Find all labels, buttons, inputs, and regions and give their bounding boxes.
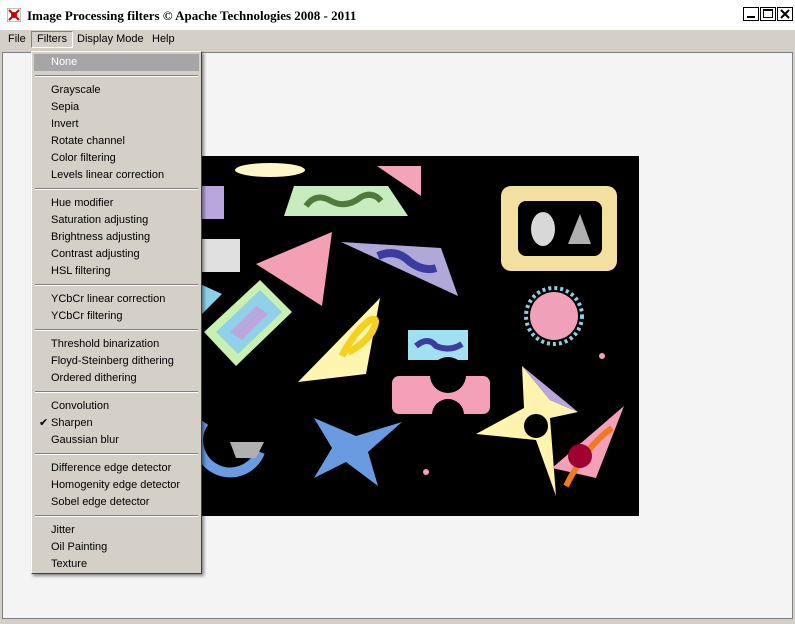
menu-item-gaussian-blur[interactable]: Gaussian blur: [34, 432, 199, 449]
menu-item-none[interactable]: None: [34, 54, 199, 71]
menu-item-ordered-dithering[interactable]: Ordered dithering: [34, 370, 199, 387]
menu-item-sobel-edge-detector[interactable]: Sobel edge detector: [34, 494, 199, 511]
menu-item-homogenity-edge-detector[interactable]: Homogenity edge detector: [34, 477, 199, 494]
menu-item-contrast-adjusting[interactable]: Contrast adjusting: [34, 246, 199, 263]
window-title: Image Processing filters © Apache Techno…: [27, 8, 357, 23]
menu-separator: [35, 515, 198, 517]
menu-separator: [35, 75, 198, 77]
menu-item-color-filtering[interactable]: Color filtering: [34, 150, 199, 167]
minimize-icon: [747, 16, 755, 18]
menu-item-floyd-steinberg-dithering[interactable]: Floyd-Steinberg dithering: [34, 353, 199, 370]
menu-filters[interactable]: Filters: [31, 31, 73, 48]
menu-item-levels-linear-correction[interactable]: Levels linear correction: [34, 167, 199, 184]
app-logo-icon: [7, 8, 21, 22]
menu-item-invert[interactable]: Invert: [34, 116, 199, 133]
menu-item-oil-painting[interactable]: Oil Painting: [34, 539, 199, 556]
menu-bar: File Filters Display Mode Help: [0, 30, 795, 49]
menu-item-grayscale[interactable]: Grayscale: [34, 82, 199, 99]
menu-help[interactable]: Help: [147, 31, 180, 48]
menu-item-brightness-adjusting[interactable]: Brightness adjusting: [34, 229, 199, 246]
menu-separator: [35, 188, 198, 190]
menu-file[interactable]: File: [3, 31, 31, 48]
filters-dropdown-menu: None Grayscale Sepia Invert Rotate chann…: [31, 51, 202, 574]
menu-item-rotate-channel[interactable]: Rotate channel: [34, 133, 199, 150]
menu-separator: [35, 329, 198, 331]
menu-separator: [35, 284, 198, 286]
shapes-image-graphic: [166, 156, 639, 516]
menu-item-sharpen[interactable]: ✔ Sharpen: [34, 415, 199, 432]
close-icon: [780, 9, 790, 19]
menu-separator: [35, 453, 198, 455]
menu-separator: [35, 391, 198, 393]
minimize-button[interactable]: [743, 7, 759, 21]
close-button[interactable]: [777, 7, 793, 21]
processed-image: [166, 156, 639, 516]
title-bar: Image Processing filters © Apache Techno…: [0, 0, 795, 30]
menu-item-ycbcr-filtering[interactable]: YCbCr filtering: [34, 308, 199, 325]
menu-item-hue-modifier[interactable]: Hue modifier: [34, 195, 199, 212]
menu-item-sepia[interactable]: Sepia: [34, 99, 199, 116]
menu-item-texture[interactable]: Texture: [34, 556, 199, 573]
menu-item-saturation-adjusting[interactable]: Saturation adjusting: [34, 212, 199, 229]
menu-item-sharpen-label: Sharpen: [51, 417, 93, 429]
app-window: Image Processing filters © Apache Techno…: [0, 0, 795, 624]
menu-item-hsl-filtering[interactable]: HSL filtering: [34, 263, 199, 280]
menu-item-jitter[interactable]: Jitter: [34, 522, 199, 539]
checkmark-icon: ✔: [39, 417, 49, 429]
menu-item-ycbcr-linear-correction[interactable]: YCbCr linear correction: [34, 291, 199, 308]
menu-item-difference-edge-detector[interactable]: Difference edge detector: [34, 460, 199, 477]
menu-display-mode[interactable]: Display Mode: [72, 31, 149, 48]
maximize-icon: [763, 9, 773, 18]
menu-item-convolution[interactable]: Convolution: [34, 398, 199, 415]
menu-item-threshold-binarization[interactable]: Threshold binarization: [34, 336, 199, 353]
maximize-button[interactable]: [760, 7, 776, 21]
